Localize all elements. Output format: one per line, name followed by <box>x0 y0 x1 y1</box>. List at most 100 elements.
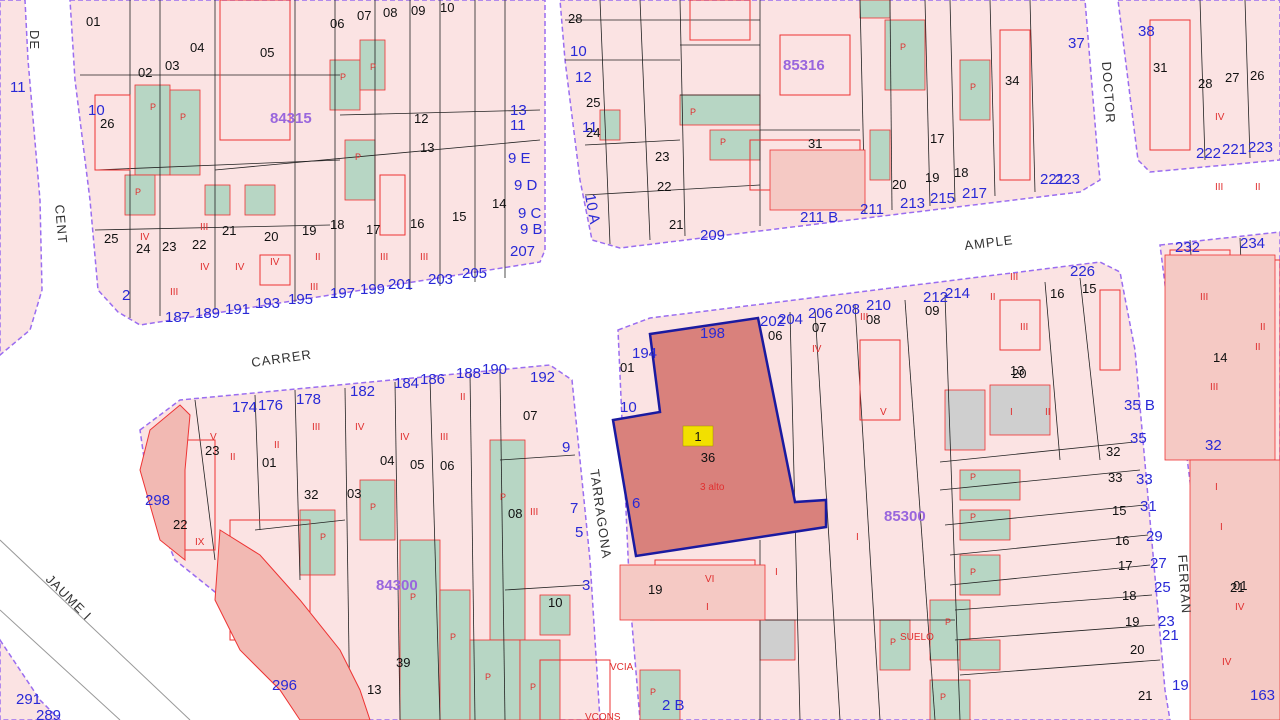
parcel-label: 21 <box>669 217 683 232</box>
parcel-label: 04 <box>190 40 204 55</box>
svg-text:IV: IV <box>355 422 365 433</box>
street-number: 209 <box>700 227 725 244</box>
parcel-label: 05 <box>260 45 274 60</box>
parcel-label: 16 <box>1050 286 1064 301</box>
parcel-label: 33 <box>1108 470 1122 485</box>
parcel-label: 25 <box>586 95 600 110</box>
street-number: 222 <box>1196 145 1221 162</box>
svg-text:II: II <box>1255 182 1261 193</box>
parcel-label: 10 <box>548 595 562 610</box>
street-number: 9 D <box>514 177 538 194</box>
parcel-label: 14 <box>492 196 506 211</box>
svg-text:IV: IV <box>1215 112 1225 123</box>
street-number: 35 B <box>1124 397 1155 414</box>
street-number: 176 <box>258 397 283 414</box>
svg-text:P: P <box>720 137 726 147</box>
street-number: 10 <box>620 399 637 416</box>
street-number: 203 <box>428 271 453 288</box>
street-number: 214 <box>945 285 970 302</box>
svg-text:IV: IV <box>1222 657 1232 668</box>
parcel-label: 28 <box>1198 76 1212 91</box>
street-number: 31 <box>1140 498 1157 515</box>
street-number: 289 <box>36 707 61 720</box>
street-number: 188 <box>456 365 481 382</box>
street-number: 2 B <box>662 697 685 714</box>
svg-text:II: II <box>1260 322 1266 333</box>
parcel-label: 20 <box>892 177 906 192</box>
street-number: 5 <box>575 524 583 541</box>
svg-text:III: III <box>530 507 538 518</box>
svg-text:IV: IV <box>200 262 210 273</box>
street-number: 7 <box>570 500 578 517</box>
svg-text:II: II <box>315 252 321 263</box>
street-de: DE <box>27 30 42 50</box>
street-number: 38 <box>1138 23 1155 40</box>
svg-text:IV: IV <box>270 257 280 268</box>
cadastral-map[interactable]: 1 36 DE CENT CARRER AMPLE TARRAGONA DOCT… <box>0 0 1280 720</box>
street-number: 12 <box>575 69 592 86</box>
parcel-label: 08 <box>383 5 397 20</box>
street-number: 10 <box>570 43 587 60</box>
parcel-label: 18 <box>954 165 968 180</box>
svg-text:III: III <box>312 422 320 433</box>
svg-text:II: II <box>230 452 236 463</box>
street-number: 37 <box>1068 35 1085 52</box>
svg-text:SUELO: SUELO <box>900 632 934 643</box>
street-number: 29 <box>1146 528 1163 545</box>
street-number: 192 <box>530 369 555 386</box>
street-number: 207 <box>510 243 535 260</box>
parcel-label: 17 <box>366 222 380 237</box>
parcel-label: 18 <box>330 217 344 232</box>
svg-text:III: III <box>1215 182 1223 193</box>
svg-text:P: P <box>450 632 456 642</box>
parcel-label: 22 <box>657 179 671 194</box>
street-number: 9 B <box>520 221 543 238</box>
street-number: 9 E <box>508 150 531 167</box>
street-number: 197 <box>330 285 355 302</box>
street-number: 21 <box>1162 627 1179 644</box>
street-number: 186 <box>420 371 445 388</box>
street-number: 195 <box>288 291 313 308</box>
svg-text:P: P <box>180 112 186 122</box>
parcel-label: 28 <box>568 11 582 26</box>
svg-text:III: III <box>1210 382 1218 393</box>
parcel-label: 19 <box>302 223 316 238</box>
svg-text:III: III <box>200 222 208 233</box>
svg-text:P: P <box>970 512 976 522</box>
svg-text:P: P <box>900 42 906 52</box>
parcel-label: 15 <box>1112 503 1126 518</box>
parcel-label: 06 <box>330 16 344 31</box>
parcel-label: 14 <box>1213 350 1227 365</box>
parcel-label: 01 <box>86 14 100 29</box>
street-number: 190 <box>482 361 507 378</box>
parcel-label: 26 <box>1250 68 1264 83</box>
svg-text:I: I <box>856 532 859 543</box>
svg-text:IX: IX <box>195 537 205 548</box>
parcel-label: 19 <box>925 170 939 185</box>
parcel-label: 20 <box>264 229 278 244</box>
svg-text:III: III <box>1010 272 1018 283</box>
parcel-label: 20 <box>1130 642 1144 657</box>
svg-text:P: P <box>370 502 376 512</box>
street-number: 296 <box>272 677 297 694</box>
svg-text:P: P <box>940 692 946 702</box>
svg-text:II: II <box>460 392 466 403</box>
manzana-id: 84315 <box>270 110 312 127</box>
svg-text:P: P <box>945 617 951 627</box>
parcel-label: 03 <box>347 486 361 501</box>
parcel-label: 15 <box>1082 281 1096 296</box>
svg-text:II: II <box>990 292 996 303</box>
svg-text:P: P <box>500 492 506 502</box>
street-number: 194 <box>632 345 657 362</box>
street-number: 191 <box>225 301 250 318</box>
svg-text:P: P <box>650 687 656 697</box>
street-number: 3 <box>582 577 590 594</box>
svg-text:I: I <box>775 567 778 578</box>
svg-text:V: V <box>880 407 887 418</box>
parcel-label: 03 <box>165 58 179 73</box>
street-number: 298 <box>145 492 170 509</box>
svg-text:III: III <box>420 252 428 263</box>
svg-text:III: III <box>440 432 448 443</box>
svg-text:III: III <box>1020 322 1028 333</box>
svg-text:IV: IV <box>235 262 245 273</box>
